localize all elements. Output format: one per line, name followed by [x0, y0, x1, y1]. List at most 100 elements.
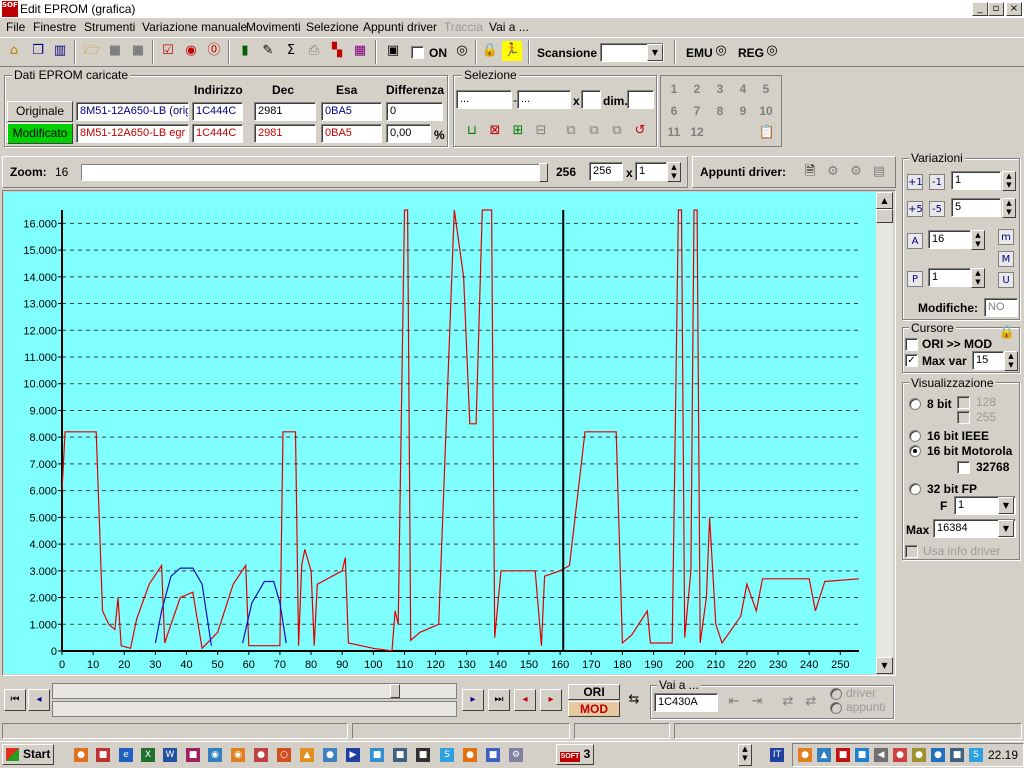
- zero-icon[interactable]: ⓪: [204, 41, 224, 61]
- quicklaunch-icon[interactable]: ■: [393, 748, 407, 762]
- grid-number[interactable]: 3: [710, 79, 730, 99]
- radio-16bit-motorola[interactable]: [909, 445, 921, 457]
- taskbar-window-button[interactable]: SOFT 3: [556, 744, 594, 765]
- ie-icon[interactable]: e: [119, 748, 133, 762]
- grid-number[interactable]: 2: [687, 79, 707, 99]
- selezione-to-field[interactable]: ...: [517, 90, 571, 109]
- quicklaunch-icon[interactable]: ■: [370, 748, 384, 762]
- grid-number[interactable]: 1: [664, 79, 684, 99]
- last-icon[interactable]: ⏭: [488, 689, 510, 711]
- compare-icon[interactable]: ◉: [181, 41, 201, 61]
- quicklaunch-icon[interactable]: ○: [277, 748, 291, 762]
- panel-icon[interactable]: ▥: [50, 41, 70, 61]
- grid-number[interactable]: 10: [756, 101, 776, 121]
- selezione-from-field[interactable]: ...: [456, 90, 512, 109]
- checkbox-128[interactable]: [957, 396, 970, 409]
- radio-driver[interactable]: [830, 688, 842, 700]
- menu-vai-a[interactable]: Vai a ...: [489, 20, 529, 34]
- menu-strumenti[interactable]: Strumenti: [84, 20, 135, 34]
- select-disabled-icon[interactable]: ⊟: [531, 121, 551, 141]
- swap-icon[interactable]: ⇆: [624, 690, 644, 710]
- max-var-spinner[interactable]: ▲ ▼: [1004, 351, 1018, 371]
- first-icon[interactable]: ⏮: [4, 689, 26, 711]
- quicklaunch-icon[interactable]: ⚙: [509, 748, 523, 762]
- maximize-icon[interactable]: ▫: [988, 2, 1004, 16]
- scroll-up-icon[interactable]: ▲: [876, 192, 893, 209]
- windows-icon[interactable]: ❐: [28, 41, 48, 61]
- grid-number[interactable]: 4: [733, 79, 753, 99]
- quicklaunch-icon[interactable]: ◉: [208, 748, 222, 762]
- grid-number[interactable]: 11: [664, 122, 684, 142]
- max-chevron-down-icon[interactable]: ▼: [998, 520, 1014, 537]
- quicklaunch-icon[interactable]: ■: [186, 748, 200, 762]
- zoom-slider[interactable]: [81, 164, 547, 181]
- menu-variazione-manuale[interactable]: Variazione manuale: [142, 20, 247, 34]
- tray-icon[interactable]: ●: [931, 748, 945, 762]
- radio-8bit[interactable]: [909, 398, 921, 410]
- prev-mark-icon[interactable]: ◂: [514, 689, 536, 711]
- quicklaunch-icon[interactable]: ●: [463, 748, 477, 762]
- minimize-icon[interactable]: _: [972, 2, 988, 16]
- quicklaunch-icon[interactable]: ■: [96, 748, 110, 762]
- ori-mod-checkbox[interactable]: [905, 338, 918, 351]
- originale-diff-field[interactable]: 0: [386, 102, 443, 121]
- prev-icon[interactable]: ◂: [28, 689, 50, 711]
- originale-button[interactable]: Originale: [7, 101, 73, 122]
- modificato-button[interactable]: Modificato: [7, 123, 73, 144]
- map-icon[interactable]: ▚: [327, 41, 347, 61]
- appunti-settings-icon[interactable]: ⚙: [846, 162, 866, 182]
- terminal-icon[interactable]: ▣: [383, 41, 403, 61]
- paste-icon[interactable]: ⧉: [584, 121, 604, 141]
- chart-vscroll-thumb[interactable]: [876, 209, 893, 223]
- f-chevron-down-icon[interactable]: ▼: [998, 497, 1014, 514]
- edit-chart-icon[interactable]: ✎: [258, 41, 278, 61]
- goto-right-icon[interactable]: ⇥: [747, 692, 767, 712]
- on-checkbox[interactable]: [411, 46, 424, 59]
- ori-button[interactable]: ORI: [568, 684, 620, 700]
- grid-number[interactable]: 6: [664, 101, 684, 121]
- modificato-addr-field[interactable]: 1C444C: [192, 124, 243, 143]
- open-folder-icon[interactable]: 🗁: [82, 41, 102, 61]
- chevron-down-icon[interactable]: ▼: [647, 44, 663, 61]
- hscroll-main-thumb[interactable]: [390, 684, 400, 698]
- selezione-mult-field[interactable]: [581, 90, 601, 109]
- home-icon[interactable]: ⌂: [4, 41, 24, 61]
- quicklaunch-icon[interactable]: ■: [486, 748, 500, 762]
- radio-16bit-ieee[interactable]: [909, 430, 921, 442]
- menu-appunti-driver[interactable]: Appunti driver: [363, 20, 437, 34]
- tray-icon[interactable]: S: [969, 748, 983, 762]
- lock-icon[interactable]: 🔒: [480, 41, 500, 61]
- word-icon[interactable]: W: [163, 748, 177, 762]
- var2-field[interactable]: 5: [951, 198, 1001, 217]
- excel-icon[interactable]: X: [141, 748, 155, 762]
- print-icon[interactable]: ⎙: [304, 41, 324, 61]
- tray-icon[interactable]: ●: [893, 748, 907, 762]
- appunti-paste-icon[interactable]: ⚙: [823, 162, 843, 182]
- radio-appunti[interactable]: [830, 702, 842, 714]
- next-icon[interactable]: ▸: [462, 689, 484, 711]
- var1-field[interactable]: 1: [951, 171, 1001, 190]
- modificato-esa-field[interactable]: 0BA5: [321, 124, 382, 143]
- appunti-copy-icon[interactable]: 🗎: [800, 162, 820, 182]
- eprom-chart[interactable]: 0 1.000 2.000 3.000 4.000 5.000 6.000 7.000 8.00…: [4, 192, 876, 674]
- a-icon[interactable]: A: [907, 233, 923, 249]
- zoom-value-field[interactable]: 256: [589, 162, 623, 181]
- modificato-dec-field[interactable]: 2981: [254, 124, 316, 143]
- firefox-icon[interactable]: ◉: [231, 748, 245, 762]
- save-icon[interactable]: ■: [105, 41, 125, 61]
- var4-spinner[interactable]: ▲ ▼: [971, 268, 985, 288]
- dim-field[interactable]: [627, 90, 654, 109]
- var3-spinner[interactable]: ▲ ▼: [971, 230, 985, 250]
- close-icon[interactable]: ×: [1006, 2, 1022, 16]
- clipboard-icon[interactable]: 📋: [757, 123, 777, 143]
- plus-five-icon[interactable]: +5: [907, 201, 923, 217]
- check-icon[interactable]: ☑: [158, 41, 178, 61]
- menu-movimenti[interactable]: Movimenti: [246, 20, 301, 34]
- checkbox-32768[interactable]: [957, 461, 970, 474]
- goto-marker-icon[interactable]: ⇄: [778, 692, 798, 712]
- graph-icon[interactable]: ▦: [350, 41, 370, 61]
- select-add-icon[interactable]: ⊞: [508, 121, 528, 141]
- var2-spinner[interactable]: ▲ ▼: [1002, 198, 1016, 218]
- minus-one-icon[interactable]: -1: [929, 174, 945, 190]
- grid-number[interactable]: 5: [756, 79, 776, 99]
